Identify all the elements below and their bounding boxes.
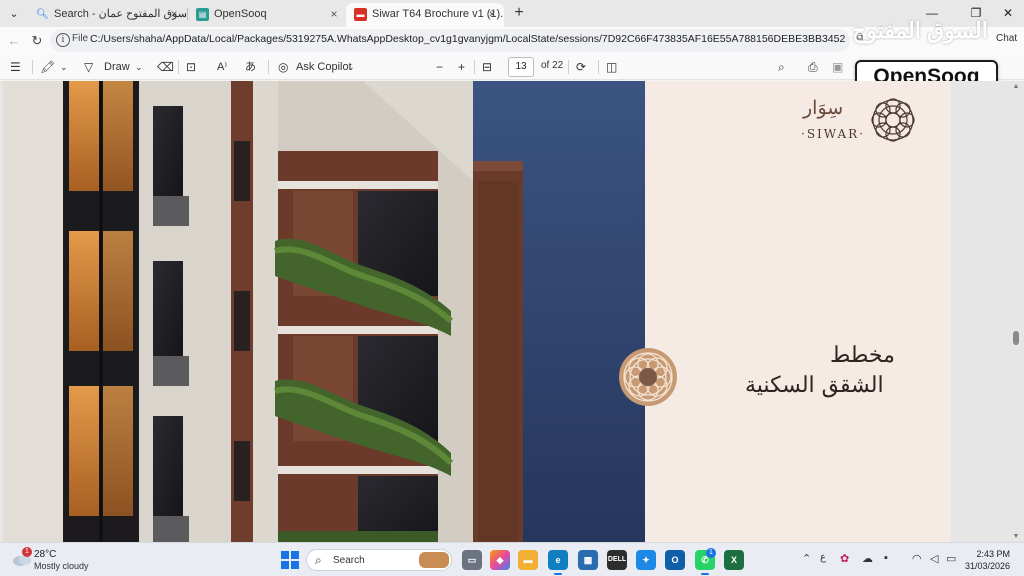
zoom-in-button[interactable]: + (458, 57, 465, 77)
back-button[interactable]: ← (4, 31, 24, 51)
close-icon[interactable]: × (328, 3, 340, 25)
tab-list-menu-button[interactable]: ⌄ (4, 4, 24, 24)
divider (32, 60, 33, 74)
tray-app-icon[interactable]: ▪ (884, 552, 888, 564)
weather-alert-badge: 1 (22, 547, 32, 557)
taskbar-search[interactable]: ⌕ Search (306, 549, 452, 571)
copilot-icon[interactable]: ◎ (278, 57, 288, 77)
outlook-icon[interactable]: O (665, 550, 685, 570)
active-app-indicator (701, 573, 709, 575)
zoom-out-button[interactable]: − (436, 57, 443, 77)
onedrive-icon[interactable]: ☁ (862, 552, 873, 565)
close-icon[interactable]: × (486, 3, 498, 25)
page-icon: ▤ (196, 8, 209, 21)
whatsapp-badge: 1 (706, 548, 716, 558)
reload-button[interactable]: ↻ (27, 31, 47, 51)
page-view-icon[interactable]: ◫ (606, 57, 617, 77)
brochure-text-panel: سِوَار ·SIWAR· مخطط الشقق السكنية (619, 81, 951, 542)
ornament-rosette-icon (619, 348, 677, 406)
app-tray-icon[interactable]: ✿ (840, 552, 849, 565)
chat-button[interactable]: Chat (996, 33, 1017, 44)
scroll-up-arrow[interactable]: ▲ (1011, 83, 1021, 90)
tab-label: Search - السوق المفتوح عمان (54, 8, 186, 20)
ask-copilot-button[interactable]: Ask Copilot (296, 57, 352, 77)
edge-browser-icon[interactable]: e (548, 550, 568, 570)
tab-label: OpenSooq (214, 8, 267, 20)
new-tab-button[interactable]: + (510, 4, 528, 22)
draw-icon[interactable]: ▽ (84, 57, 93, 77)
read-aloud-icon[interactable]: A⁾ (217, 57, 227, 77)
info-icon[interactable]: i (56, 33, 70, 47)
highlight-icon[interactable]: 🖍︎ (40, 57, 55, 77)
weather-description: Mostly cloudy (34, 561, 89, 571)
pdf-viewer[interactable]: سِوَار ·SIWAR· مخطط الشقق السكنية ▲ ▼ (0, 81, 1024, 542)
weather-temperature: 28°C (34, 549, 57, 560)
close-window-button[interactable]: ✕ (994, 4, 1022, 22)
search-label: Search (333, 555, 365, 566)
address-bar[interactable]: i File C:/Users/shaha/AppData/Local/Pack… (50, 29, 850, 52)
volume-icon[interactable]: ◁ (930, 552, 938, 565)
tab-label: Siwar T64 Brochure v1 (1).pdf (372, 8, 504, 20)
dell-app-icon[interactable]: DELL (607, 550, 627, 570)
scroll-down-arrow[interactable]: ▼ (1011, 533, 1021, 540)
chevron-down-icon[interactable]: ⌄ (135, 57, 143, 77)
page-number-input[interactable]: 13 (508, 57, 534, 77)
chevron-up-icon[interactable]: ⌃ (802, 552, 811, 565)
search-icon: 🔍︎ (36, 9, 49, 20)
save-icon[interactable]: ▣ (832, 57, 843, 77)
fit-page-icon[interactable]: ⊟ (482, 57, 492, 77)
keyboard-language[interactable]: ع (820, 552, 826, 563)
tab-opensooq[interactable]: ▤ OpenSooq × (188, 3, 346, 27)
scroll-thumb[interactable] (1013, 331, 1019, 345)
plan-title-line-1: مخطط (830, 343, 895, 368)
weather-widget[interactable]: 1 28°C Mostly cloudy (10, 547, 120, 573)
siwar-logo-english: ·SIWAR· (801, 127, 866, 141)
wifi-icon[interactable]: ◠ (912, 552, 922, 565)
windows-taskbar: 1 28°C Mostly cloudy ⌕ Search ▭ ◆ ▬ e ▦ … (0, 542, 1024, 576)
clock-date[interactable]: 31/03/2026 (960, 561, 1010, 571)
clock-time[interactable]: 2:43 PM (960, 549, 1010, 559)
excel-icon[interactable]: X (724, 550, 744, 570)
url-text[interactable]: C:/Users/shaha/AppData/Local/Packages/53… (90, 33, 845, 45)
divider (268, 60, 269, 74)
draw-button[interactable]: Draw (104, 57, 130, 77)
vertical-scrollbar[interactable]: ▲ ▼ (1011, 81, 1021, 542)
building-render-image (3, 81, 645, 542)
siwar-logo-arabic: سِوَار (803, 97, 844, 119)
divider (598, 60, 599, 74)
search-icon: ⌕ (315, 553, 322, 567)
print-icon[interactable]: ⎙ (808, 57, 818, 77)
chevron-down-icon[interactable]: ⌄ (347, 57, 355, 77)
battery-icon[interactable]: ▭ (946, 552, 956, 565)
search-highlight-image (419, 552, 449, 568)
siwar-emblem-icon (871, 98, 915, 142)
divider (178, 60, 179, 74)
chevron-down-icon[interactable]: ⌄ (60, 57, 68, 77)
windows-start-button[interactable] (281, 551, 299, 569)
translate-icon[interactable]: あ (245, 57, 256, 77)
search-icon[interactable]: ⌕ (778, 57, 785, 77)
scheme-label: File (72, 33, 89, 44)
divider (474, 60, 475, 74)
eraser-icon[interactable]: ⌫ (157, 57, 174, 77)
opensooq-watermark-arabic: السوق المفتوح (852, 18, 989, 43)
file-explorer-icon[interactable]: ▬ (518, 550, 538, 570)
pdf-page: سِوَار ·SIWAR· مخطط الشقق السكنية (3, 81, 951, 542)
plan-title-line-2: الشقق السكنية (745, 373, 884, 398)
page-count: of 22 (541, 60, 564, 71)
active-app-indicator (554, 573, 562, 575)
tab-pdf[interactable]: ▬ Siwar T64 Brochure v1 (1).pdf × (346, 3, 504, 27)
text-box-icon[interactable]: ⊡ (186, 57, 196, 77)
contents-icon[interactable]: ☰ (10, 57, 21, 77)
close-icon[interactable]: × (168, 3, 180, 25)
rotate-icon[interactable]: ⟳ (576, 57, 586, 77)
copilot-app-icon[interactable]: ◆ (490, 550, 510, 570)
pdf-icon: ▬ (354, 8, 367, 21)
store-icon[interactable]: ▦ (578, 550, 598, 570)
divider (568, 60, 569, 74)
tab-search[interactable]: 🔍︎ Search - السوق المفتوح عمان × (28, 3, 186, 27)
dropbox-icon[interactable]: ✦ (636, 550, 656, 570)
task-view-icon[interactable]: ▭ (462, 550, 482, 570)
